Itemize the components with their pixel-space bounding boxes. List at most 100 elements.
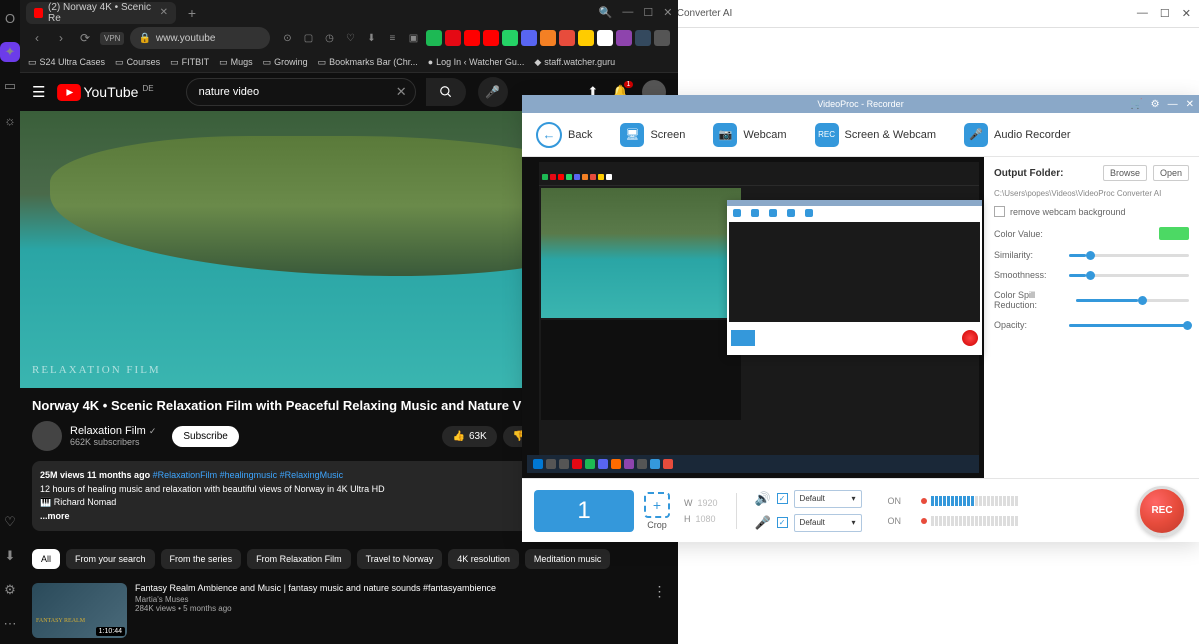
webcam-mode-button[interactable]: 📷 Webcam [713, 123, 786, 147]
settings-icon[interactable]: ⚙ [0, 580, 20, 600]
reload-icon[interactable]: ⟳ [76, 31, 94, 45]
cube-icon[interactable]: ▢ [301, 31, 315, 45]
menu-icon[interactable]: ☰ [32, 83, 45, 101]
maximize-button[interactable]: ☐ [643, 6, 653, 19]
channel-avatar[interactable] [32, 421, 62, 451]
subscribe-button[interactable]: Subscribe [172, 426, 238, 447]
screen-mode-button[interactable]: 🖥 Screen [620, 123, 685, 147]
maximize-button[interactable]: ☐ [1160, 7, 1170, 20]
ext-icon[interactable] [502, 30, 518, 46]
forward-icon[interactable]: › [52, 31, 70, 45]
close-button[interactable]: ✕ [663, 6, 672, 19]
smoothness-slider[interactable] [1069, 274, 1189, 277]
chip[interactable]: From the series [161, 549, 242, 569]
chip-all[interactable]: All [32, 549, 60, 569]
channel-name[interactable]: Relaxation Film ✓ [70, 425, 156, 437]
search-tabs-icon[interactable]: 🔍 [599, 6, 613, 19]
chip[interactable]: 4K resolution [448, 549, 519, 569]
more-options-icon[interactable]: ⋮ [652, 583, 666, 638]
clock-icon[interactable]: ◷ [322, 31, 336, 45]
opera-sidebar: O ✦ ▭ ☼ ♡ ⬇ ⚙ ⋯ [0, 0, 20, 644]
similarity-slider[interactable] [1069, 254, 1189, 257]
related-video[interactable]: FANTASY REALM 1:10:44 Fantasy Realm Ambi… [20, 577, 678, 644]
ext-icon[interactable] [464, 30, 480, 46]
vpn-badge[interactable]: VPN [100, 32, 124, 45]
tab-close-icon[interactable]: ✕ [160, 7, 168, 18]
record-button[interactable]: REC [1137, 486, 1187, 536]
ext-icon[interactable] [445, 30, 461, 46]
bookmark-item[interactable]: ▭ Courses [115, 57, 160, 68]
color-swatch[interactable] [1159, 227, 1189, 240]
browser-tab[interactable]: (2) Norway 4K • Scenic Re ✕ [26, 2, 176, 24]
download-icon[interactable]: ⬇ [364, 31, 378, 45]
speaker-device-dropdown[interactable]: Default▾ [794, 490, 862, 508]
search-input[interactable]: nature video ✕ [186, 78, 416, 106]
mic-device-dropdown[interactable]: Default▾ [794, 514, 862, 532]
bookmark-item[interactable]: ▭ Mugs [219, 57, 253, 68]
close-button[interactable]: ✕ [1182, 7, 1191, 20]
speaker-enabled-checkbox[interactable]: ✓ [777, 493, 788, 504]
ext-icon[interactable] [483, 30, 499, 46]
bookmark-item[interactable]: ▭ Growing [263, 57, 308, 68]
camera-icon[interactable]: ⊙ [280, 31, 294, 45]
voice-search-icon[interactable]: 🎤 [478, 77, 508, 107]
aria-ai-icon[interactable]: ✦ [0, 42, 20, 62]
opacity-slider[interactable] [1069, 324, 1189, 327]
downloads-icon[interactable]: ⬇ [0, 546, 20, 566]
chip[interactable]: From your search [66, 549, 155, 569]
pip-icon[interactable]: ▣ [406, 31, 420, 45]
clear-search-icon[interactable]: ✕ [396, 84, 407, 100]
screen-icon: 🖥 [620, 123, 644, 147]
minimize-button[interactable]: — [622, 6, 633, 19]
remove-bg-checkbox[interactable]: remove webcam background [994, 206, 1189, 217]
bookmark-item[interactable]: ● Log In ‹ Watcher Gu... [428, 57, 525, 67]
ext-icon[interactable] [616, 30, 632, 46]
open-button[interactable]: Open [1153, 165, 1189, 181]
bookmark-item[interactable]: ◆ staff.watcher.guru [534, 57, 615, 68]
show-more-button[interactable]: ...more [40, 511, 70, 521]
ext-icon[interactable] [635, 30, 651, 46]
bookmarks-icon[interactable]: ▭ [0, 76, 20, 96]
heart-icon[interactable]: ♡ [0, 512, 20, 532]
screen-webcam-mode-button[interactable]: REC Screen & Webcam [815, 123, 937, 147]
share-icon[interactable]: ≡ [385, 31, 399, 45]
ext-icon[interactable] [426, 30, 442, 46]
url-input[interactable]: 🔒 www.youtube [130, 27, 270, 49]
like-button[interactable]: 👍 63K [442, 426, 496, 447]
youtube-favicon-icon [34, 8, 43, 18]
similarity-label: Similarity: [994, 250, 1033, 260]
gear-icon[interactable]: ⚙ [1151, 99, 1160, 110]
back-icon[interactable]: ‹ [28, 31, 46, 45]
heart-icon[interactable]: ♡ [343, 31, 357, 45]
mic-enabled-checkbox[interactable]: ✓ [777, 517, 788, 528]
chip[interactable]: Travel to Norway [357, 549, 443, 569]
ext-icon[interactable] [597, 30, 613, 46]
video-thumbnail[interactable]: FANTASY REALM 1:10:44 [32, 583, 127, 638]
ext-icon[interactable] [654, 30, 670, 46]
opera-logo-icon[interactable]: O [0, 8, 20, 28]
video-watermark: RELAXATION FILM [32, 364, 161, 376]
ext-icon[interactable] [521, 30, 537, 46]
spill-slider[interactable] [1076, 299, 1189, 302]
ext-icon[interactable] [578, 30, 594, 46]
search-button[interactable] [426, 78, 466, 106]
chip[interactable]: Meditation music [525, 549, 611, 569]
sun-icon[interactable]: ☼ [0, 110, 20, 130]
more-icon[interactable]: ⋯ [0, 614, 20, 634]
browse-button[interactable]: Browse [1103, 165, 1147, 181]
back-button[interactable]: ← Back [536, 122, 592, 148]
minimize-button[interactable]: — [1137, 7, 1148, 20]
close-button[interactable]: ✕ [1186, 99, 1194, 110]
crop-button[interactable]: + Crop [644, 492, 670, 530]
cart-icon[interactable]: 🛒 [1130, 99, 1142, 110]
bookmark-item[interactable]: ▭ Bookmarks Bar (Chr... [318, 57, 418, 68]
minimize-button[interactable]: — [1168, 99, 1178, 110]
audio-mode-button[interactable]: 🎤 Audio Recorder [964, 123, 1070, 147]
ext-icon[interactable] [540, 30, 556, 46]
ext-icon[interactable] [559, 30, 575, 46]
bookmark-item[interactable]: ▭ FITBIT [170, 57, 209, 68]
new-tab-button[interactable]: + [182, 5, 202, 21]
youtube-logo[interactable]: YouTubeDE [57, 84, 153, 101]
chip[interactable]: From Relaxation Film [247, 549, 351, 569]
bookmark-item[interactable]: ▭ S24 Ultra Cases [28, 57, 105, 68]
